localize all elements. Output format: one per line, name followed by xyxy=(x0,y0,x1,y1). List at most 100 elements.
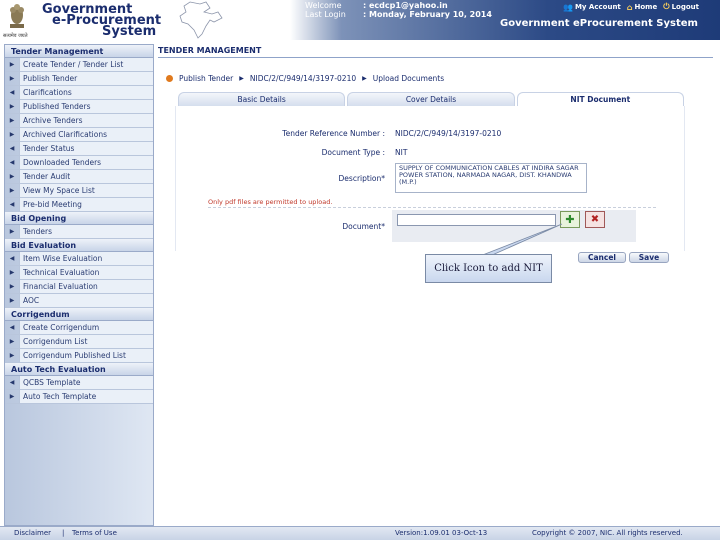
top-links: 👥 My Account ⌂ Home ⏻ Logout xyxy=(563,2,699,12)
document-type-label: Document Type : xyxy=(321,148,385,157)
logout-link[interactable]: ⏻ Logout xyxy=(663,2,699,12)
sidebar-item-create-corrigendum[interactable]: ◀ Create Corrigendum xyxy=(5,321,153,335)
document-type-value: NIT xyxy=(395,148,408,157)
sidebar-section-bid-opening[interactable]: Bid Opening xyxy=(5,212,153,225)
arrow-right-icon: ▶ xyxy=(9,228,15,235)
tender-ref-label: Tender Reference Number : xyxy=(282,129,385,138)
sidebar-item-tender-status[interactable]: ◀ Tender Status xyxy=(5,142,153,156)
sidebar-section-corrigendum[interactable]: Corrigendum xyxy=(5,308,153,321)
sidebar-item-tenders[interactable]: ▶ Tenders xyxy=(5,225,153,239)
arrow-right-icon: ▶ xyxy=(9,131,15,138)
disclaimer-link[interactable]: Disclaimer xyxy=(14,529,51,537)
arrow-left-icon: ◀ xyxy=(9,89,15,96)
breadcrumb-publish-tender[interactable]: Publish Tender xyxy=(179,74,233,83)
breadcrumb-upload-documents: Upload Documents xyxy=(372,74,445,83)
welcome-value: : ecdcp1@yahoo.in xyxy=(363,1,448,10)
sidebar: Tender Management ▶ Create Tender / Tende… xyxy=(4,44,154,526)
tab-cover-details[interactable]: Cover Details xyxy=(347,92,515,106)
arrow-left-icon: ◀ xyxy=(9,379,15,386)
arrow-right-icon: ▶ xyxy=(9,352,15,359)
sidebar-item-auto-tech-template[interactable]: ▶ Auto Tech Template xyxy=(5,390,153,404)
arrow-right-icon: ▶ xyxy=(9,283,15,290)
sidebar-item-tender-audit[interactable]: ▶ Tender Audit xyxy=(5,170,153,184)
tab-nit-document[interactable]: NIT Document xyxy=(516,92,684,106)
bullet-icon xyxy=(166,75,173,82)
sidebar-item-archived-clarifications[interactable]: ▶ Archived Clarifications xyxy=(5,128,153,142)
national-emblem-icon xyxy=(10,4,24,28)
page-title: TENDER MANAGEMENT xyxy=(158,46,262,55)
add-nit-callout: Click Icon to add NIT xyxy=(425,254,552,283)
sidebar-item-publish-tender[interactable]: ▶ Publish Tender xyxy=(5,72,153,86)
arrow-right-icon: ▶ xyxy=(9,61,15,68)
tab-bar: Basic Details Cover Details NIT Document xyxy=(178,92,686,106)
logout-icon: ⏻ xyxy=(663,2,670,11)
arrow-left-icon: ◀ xyxy=(9,324,15,331)
footer: Disclaimer | Terms of Use Version:1.09.0… xyxy=(0,526,720,540)
last-login-label: Last Login xyxy=(305,10,346,19)
footer-separator: | xyxy=(62,529,65,537)
system-title: Government eProcurement System xyxy=(500,18,698,29)
home-link[interactable]: ⌂ Home xyxy=(627,2,657,12)
emblem-caption: सत्यमेव जयते xyxy=(3,33,28,39)
sidebar-item-create-tender[interactable]: ▶ Create Tender / Tender List xyxy=(5,58,153,72)
remove-document-button[interactable]: ✖ xyxy=(585,211,605,228)
sidebar-item-downloaded-tenders[interactable]: ◀ Downloaded Tenders xyxy=(5,156,153,170)
sidebar-item-archive-tenders[interactable]: ▶ Archive Tenders xyxy=(5,114,153,128)
breadcrumb-tender-ref[interactable]: NIDC/2/C/949/14/3197-0210 xyxy=(250,74,356,83)
arrow-left-icon: ◀ xyxy=(9,201,15,208)
arrow-left-icon: ◀ xyxy=(9,159,15,166)
document-label: Document* xyxy=(342,222,385,231)
description-textarea[interactable]: SUPPLY OF COMMUNICATION CABLES AT INDIRA… xyxy=(395,163,587,193)
arrow-left-icon: ◀ xyxy=(9,255,15,262)
save-button[interactable]: Save xyxy=(629,252,669,263)
chevron-right-icon: ▶ xyxy=(362,75,367,82)
last-login-value: : Monday, February 10, 2014 xyxy=(363,10,492,19)
tender-ref-value: NIDC/2/C/949/14/3197-0210 xyxy=(395,129,502,138)
sidebar-section-tender-management[interactable]: Tender Management xyxy=(5,45,153,58)
arrow-right-icon: ▶ xyxy=(9,187,15,194)
breadcrumb: Publish Tender ▶ NIDC/2/C/949/14/3197-02… xyxy=(166,74,444,83)
welcome-label: Welcome xyxy=(305,1,342,10)
version-text: Version:1.09.01 03-Oct-13 xyxy=(395,529,488,537)
cancel-button[interactable]: Cancel xyxy=(578,252,626,263)
my-account-icon: 👥 xyxy=(563,2,573,12)
note-divider xyxy=(208,207,656,208)
sidebar-item-pre-bid-meeting[interactable]: ◀ Pre-bid Meeting xyxy=(5,198,153,212)
header: सत्यमेव जयते Government e-Procurement Sy… xyxy=(0,0,720,40)
sidebar-item-financial-evaluation[interactable]: ▶ Financial Evaluation xyxy=(5,280,153,294)
callout-pointer xyxy=(480,223,563,256)
sidebar-item-technical-evaluation[interactable]: ▶ Technical Evaluation xyxy=(5,266,153,280)
sidebar-section-bid-evaluation[interactable]: Bid Evaluation xyxy=(5,239,153,252)
description-label: Description* xyxy=(338,174,385,183)
login-meta: Welcome : ecdcp1@yahoo.in Last Login : Mon… xyxy=(305,1,492,19)
sidebar-item-clarifications[interactable]: ◀ Clarifications xyxy=(5,86,153,100)
sidebar-item-my-space-list[interactable]: ▶ View My Space List xyxy=(5,184,153,198)
home-icon: ⌂ xyxy=(626,2,633,12)
arrow-right-icon: ▶ xyxy=(9,173,15,180)
arrow-right-icon: ▶ xyxy=(9,269,15,276)
my-account-link[interactable]: 👥 My Account xyxy=(563,2,621,12)
arrow-right-icon: ▶ xyxy=(9,297,15,304)
arrow-right-icon: ▶ xyxy=(9,117,15,124)
india-map-icon xyxy=(179,1,223,39)
arrow-right-icon: ▶ xyxy=(9,338,15,345)
logo-text-line3: System xyxy=(102,24,157,39)
terms-of-use-link[interactable]: Terms of Use xyxy=(72,529,117,537)
title-divider xyxy=(158,57,713,58)
sidebar-section-auto-tech-evaluation[interactable]: Auto Tech Evaluation xyxy=(5,363,153,376)
remove-document-icon: ✖ xyxy=(590,214,600,225)
arrow-right-icon: ▶ xyxy=(9,75,15,82)
sidebar-item-qcbs-template[interactable]: ◀ QCBS Template xyxy=(5,376,153,390)
tab-basic-details[interactable]: Basic Details xyxy=(178,92,346,106)
sidebar-item-corrigendum-list[interactable]: ▶ Corrigendum List xyxy=(5,335,153,349)
sidebar-item-published-tenders[interactable]: ▶ Published Tenders xyxy=(5,100,153,114)
copyright-text: Copyright © 2007, NIC. All rights reserv… xyxy=(532,529,683,537)
chevron-right-icon: ▶ xyxy=(239,75,244,82)
pdf-only-note: Only pdf files are permitted to upload. xyxy=(208,198,333,206)
sidebar-item-item-wise-evaluation[interactable]: ◀ Item Wise Evaluation xyxy=(5,252,153,266)
arrow-left-icon: ◀ xyxy=(9,145,15,152)
arrow-right-icon: ▶ xyxy=(9,393,15,400)
sidebar-item-corrigendum-published-list[interactable]: ▶ Corrigendum Published List xyxy=(5,349,153,363)
arrow-right-icon: ▶ xyxy=(9,103,15,110)
sidebar-item-aoc[interactable]: ▶ AOC xyxy=(5,294,153,308)
